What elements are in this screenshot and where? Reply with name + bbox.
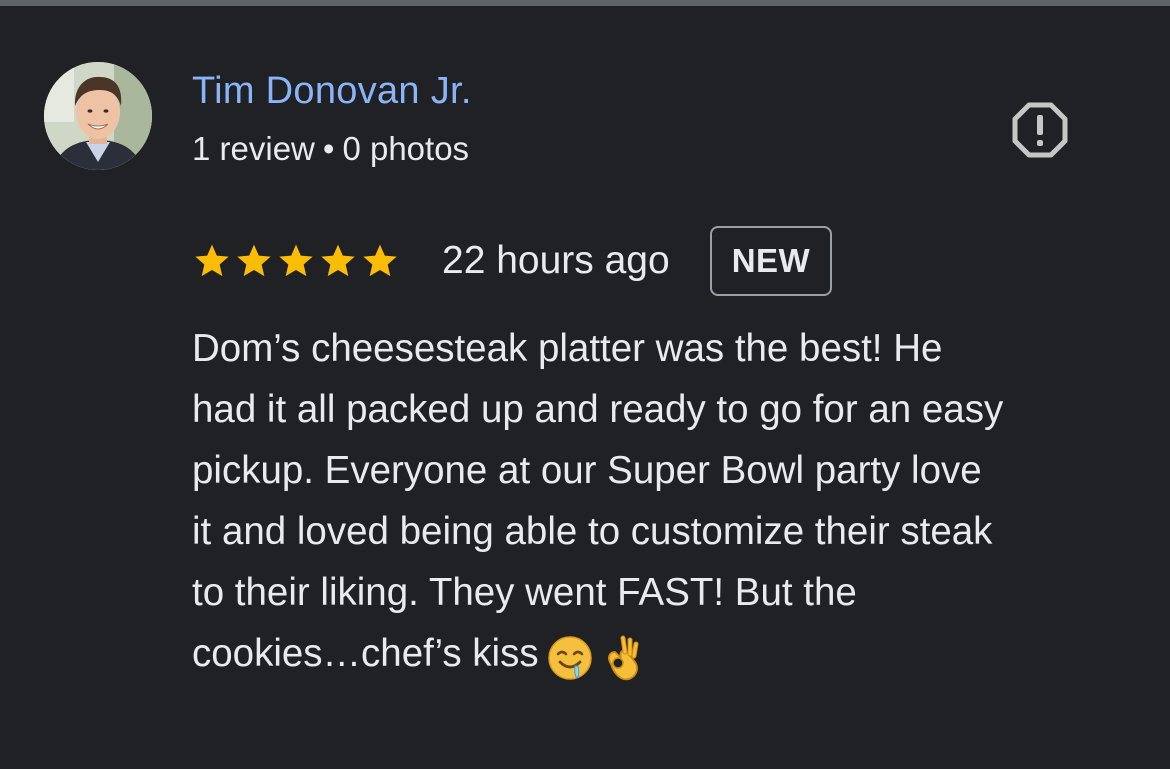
photo-count: 0 photos [342, 130, 470, 167]
review-timestamp: 22 hours ago [442, 239, 670, 282]
star-icon [321, 244, 355, 277]
ok-hand-icon [601, 625, 645, 686]
star-icon [279, 244, 313, 277]
review-count: 1 review [192, 130, 315, 167]
review-line-text: cookies…chef’s kiss [192, 632, 539, 675]
review-text: Dom’s cheesesteak platter was the best! … [192, 318, 1122, 686]
review-card: Tim Donovan Jr. 1 review • 0 photos 22 hou… [0, 6, 1170, 769]
star-rating [192, 241, 400, 281]
review-line: to their liking. They went FAST! But the [192, 571, 857, 614]
avatar-image [44, 62, 152, 170]
star-icon [363, 244, 397, 277]
report-button[interactable] [1010, 100, 1070, 160]
avatar[interactable] [44, 62, 152, 170]
report-octagon-icon [1012, 102, 1068, 158]
star-icon [195, 244, 229, 277]
new-badge: NEW [709, 226, 833, 296]
rating-row: 22 hours ago NEW [192, 222, 833, 300]
review-line-last: cookies…chef’s kiss [192, 623, 1122, 686]
review-line: it and loved being able to customize the… [192, 510, 993, 553]
review-line: Dom’s cheesesteak platter was the best! … [192, 327, 943, 370]
reviewer-meta: 1 review • 0 photos [192, 130, 469, 168]
review-line: had it all packed up and ready to go for… [192, 388, 1004, 431]
meta-separator: • [322, 130, 335, 167]
reviewer-name[interactable]: Tim Donovan Jr. [192, 70, 472, 113]
drooling-face-icon [547, 625, 593, 686]
star-icon [237, 244, 271, 277]
review-line: pickup. Everyone at our Super Bowl party… [192, 449, 982, 492]
